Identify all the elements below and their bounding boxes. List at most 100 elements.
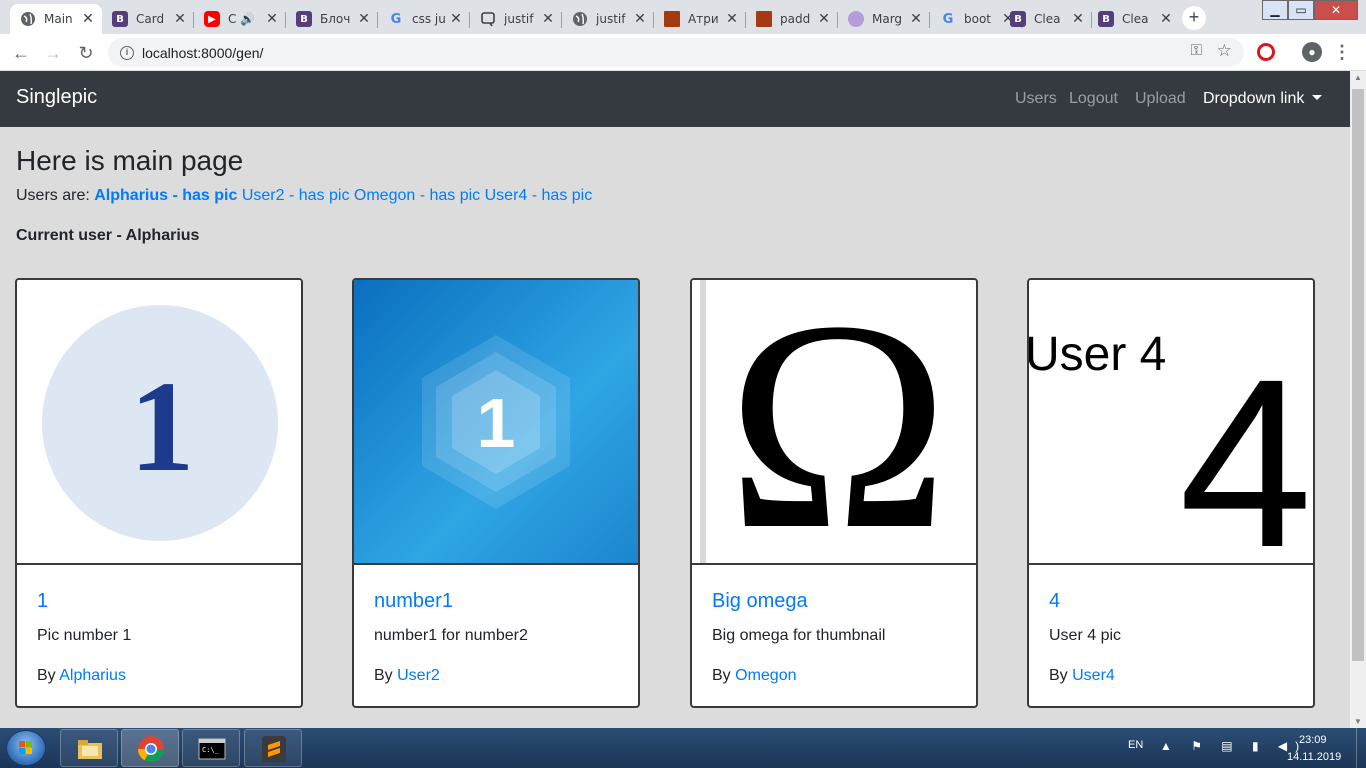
card-text: User 4 pic (1049, 627, 1122, 644)
reload-button[interactable]: ↻ (73, 40, 99, 66)
user-link-user4[interactable]: User4 - has pic (485, 187, 593, 204)
youtube-icon: ▶ (204, 11, 220, 27)
user-link-user2[interactable]: User2 - has pic (242, 187, 350, 204)
close-icon[interactable]: ✕ (1070, 11, 1086, 27)
info-icon[interactable]: i (120, 45, 134, 60)
close-window-button[interactable]: ✕ (1314, 0, 1358, 20)
pic-card: 1 1 Pic number 1 By Alpharius (15, 278, 303, 708)
language-indicator[interactable]: EN (1128, 739, 1143, 751)
card-author: By User4 (1049, 667, 1115, 684)
address-url[interactable]: localhost:8000/gen/ (142, 45, 263, 61)
tab-justify[interactable]: justif ✕ (562, 4, 654, 34)
card-image-omega[interactable]: Ω (692, 280, 976, 565)
tab-title: C 🔊 (228, 12, 256, 26)
tab-bloch[interactable]: B Блоч ✕ (286, 4, 378, 34)
close-icon[interactable]: ✕ (264, 11, 280, 27)
browser-menu-icon[interactable]: ⋮ (1332, 42, 1352, 62)
site-navbar: Singlepic Users Logout Upload Dropdown l… (0, 71, 1350, 127)
card-text: Big omega for thumbnail (712, 627, 886, 644)
tab-title: justif (596, 12, 626, 26)
close-icon[interactable]: ✕ (172, 11, 188, 27)
taskbar-sublime[interactable] (244, 729, 302, 767)
nav-upload-link[interactable]: Upload (1135, 90, 1186, 108)
taskbar-explorer[interactable] (60, 729, 118, 767)
author-link[interactable]: User2 (397, 667, 440, 684)
nav-users-link[interactable]: Users (1015, 90, 1057, 108)
stack-icon (664, 11, 680, 27)
svg-text:4: 4 (1179, 329, 1312, 565)
brand-link[interactable]: Singlepic (16, 86, 97, 109)
tab-main[interactable]: Main ✕ (10, 4, 102, 34)
tab-css-search[interactable]: G css ju ✕ (378, 4, 470, 34)
key-icon[interactable]: ⚿ (1191, 42, 1202, 59)
card-image-user4[interactable]: User 4 4 (1029, 280, 1313, 565)
browser-toolbar: ← → ↻ i localhost:8000/gen/ ⚿ ☆ ● ⋮ (0, 34, 1366, 71)
tab-attributes[interactable]: Атри ✕ (654, 4, 746, 34)
card-author: By Alpharius (37, 667, 126, 684)
taskbar-console[interactable]: C:\_ (182, 729, 240, 767)
tab-card[interactable]: B Card ✕ (102, 4, 194, 34)
card-image-hexagon-one[interactable]: 1 (354, 280, 638, 565)
start-button[interactable] (6, 730, 46, 766)
forward-button[interactable]: → (40, 40, 66, 66)
pic-card: 1 number1 number1 for number2 By User2 (352, 278, 640, 708)
stack-icon (756, 11, 772, 27)
clock-time[interactable]: 23:09 (1299, 734, 1327, 746)
taskbar-chrome[interactable] (121, 729, 179, 767)
card-title[interactable]: number1 (374, 590, 453, 613)
show-desktop-button[interactable] (1356, 728, 1366, 768)
close-icon[interactable]: ✕ (632, 11, 648, 27)
scroll-up-arrow-icon[interactable]: ▲ (1350, 73, 1366, 82)
tab-justify-qa[interactable]: justif ✕ (470, 4, 562, 34)
card-title[interactable]: 1 (37, 590, 48, 613)
user-link-omegon[interactable]: Omegon - has pic (354, 187, 480, 204)
page-viewport: Singlepic Users Logout Upload Dropdown l… (0, 71, 1350, 728)
scroll-down-arrow-icon[interactable]: ▼ (1350, 717, 1366, 726)
author-link[interactable]: Alpharius (59, 667, 126, 684)
maximize-button[interactable]: ▭ (1288, 0, 1314, 20)
close-icon[interactable]: ✕ (816, 11, 832, 27)
tab-title: Marg (872, 12, 903, 26)
windows-logo-icon (19, 741, 33, 755)
close-icon[interactable]: ✕ (80, 11, 96, 27)
nav-logout-link[interactable]: Logout (1069, 90, 1118, 108)
svg-text:C:\_: C:\_ (202, 746, 220, 754)
tab-title: Атри (688, 12, 719, 26)
card-title[interactable]: 4 (1049, 590, 1060, 613)
bookmark-star-icon[interactable]: ☆ (1217, 41, 1232, 61)
tray-icons[interactable]: ▲ ⚑ ▤ ▮ ◀) (1160, 739, 1307, 753)
tab-youtube[interactable]: ▶ C 🔊 ✕ (194, 4, 286, 34)
google-icon: G (942, 11, 954, 27)
new-tab-button[interactable]: + (1182, 6, 1206, 30)
close-icon[interactable]: ✕ (908, 11, 924, 27)
scrollbar-thumb[interactable] (1352, 89, 1364, 661)
close-icon[interactable]: ✕ (356, 11, 372, 27)
back-button[interactable]: ← (8, 40, 34, 66)
author-link[interactable]: User4 (1072, 667, 1115, 684)
close-icon[interactable]: ✕ (540, 11, 556, 27)
card-title[interactable]: Big omega (712, 590, 808, 613)
tab-clear-1[interactable]: B Clea ✕ (1000, 4, 1092, 34)
bootstrap-icon: B (1098, 11, 1114, 27)
user-link-alpharius[interactable]: Alpharius - has pic (94, 187, 237, 204)
tab-padding[interactable]: padd ✕ (746, 4, 838, 34)
author-link[interactable]: Omegon (735, 667, 796, 684)
page-scrollbar[interactable]: ▲ ▼ (1350, 71, 1366, 728)
close-icon[interactable]: ✕ (1158, 11, 1174, 27)
card-image-number-one[interactable]: 1 (17, 280, 301, 565)
close-icon[interactable]: ✕ (448, 11, 464, 27)
tab-margin[interactable]: Marg ✕ (838, 4, 930, 34)
nav-dropdown-link[interactable]: Dropdown link (1203, 90, 1322, 108)
profile-icon[interactable]: ● (1302, 42, 1322, 62)
svg-text:1: 1 (477, 384, 516, 462)
close-icon[interactable]: ✕ (724, 11, 740, 27)
users-prefix: Users are: (16, 187, 90, 204)
clock-date[interactable]: 14.11.2019 (1287, 751, 1341, 763)
tab-clear-2[interactable]: B Clea ✕ (1088, 4, 1180, 34)
speaker-icon[interactable]: 🔊 (240, 12, 255, 26)
tab-title: padd (780, 12, 811, 26)
opera-extension-icon[interactable] (1257, 43, 1275, 61)
address-bar[interactable]: i localhost:8000/gen/ ⚿ ☆ (108, 38, 1244, 67)
google-icon: G (390, 11, 402, 27)
minimize-button[interactable]: ▁ (1262, 0, 1288, 20)
